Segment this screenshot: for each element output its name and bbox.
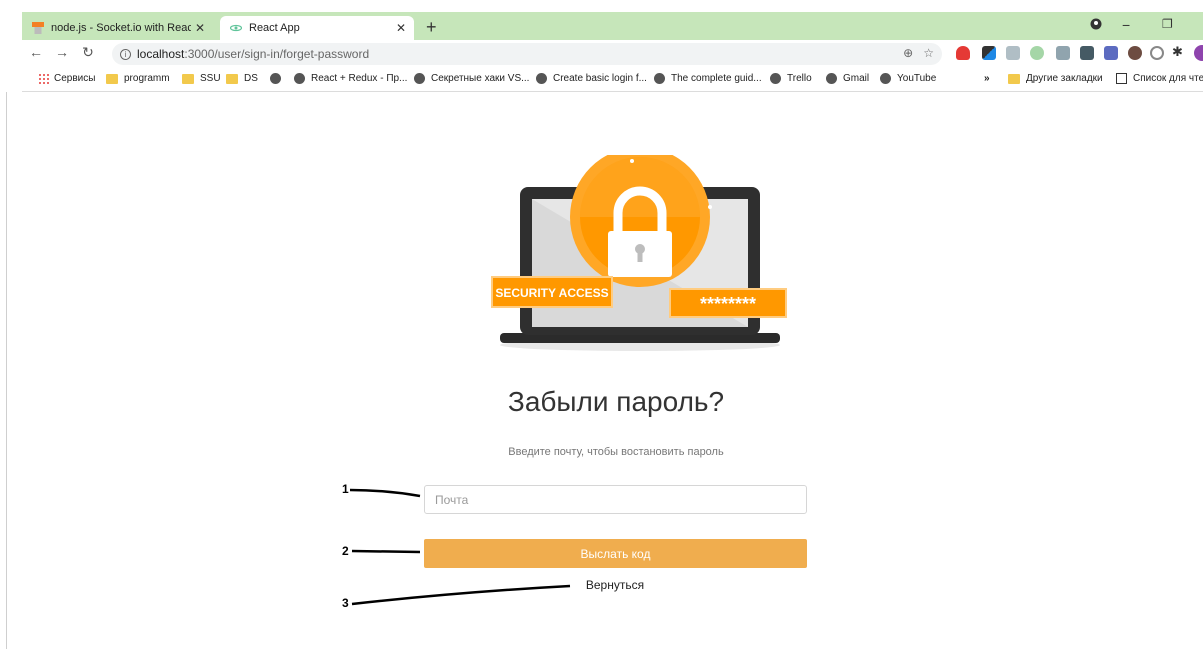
bookmark-complete-guide[interactable]: The complete guid... (654, 73, 762, 84)
page-left-border (6, 92, 7, 649)
bookmark-label: Список для чтен (1133, 73, 1203, 84)
folder-icon (106, 73, 118, 84)
react-icon (229, 22, 243, 34)
folder-icon (182, 73, 194, 84)
reload-icon[interactable]: ↻ (80, 44, 96, 61)
extension-grid-icon[interactable] (1056, 46, 1070, 60)
bookmark-gmail[interactable]: Gmail (826, 73, 869, 84)
stackoverflow-icon (32, 22, 44, 34)
annotation-label-3: 3 (342, 596, 349, 610)
bookmark-label: Create basic login f... (553, 73, 647, 84)
tab-react-app[interactable]: React App ✕ (220, 16, 414, 40)
bookmark-youtube[interactable]: YouTube (880, 73, 936, 84)
folder-icon (1008, 73, 1020, 84)
bookmark-label: Другие закладки (1026, 73, 1103, 84)
browser-tab-strip: node.js - Socket.io with React bei ✕ Rea… (22, 12, 1203, 40)
laptop-lock-image: SECURITY ACCESS ******** (491, 147, 787, 351)
bookmark-login-form[interactable]: Create basic login f... (536, 73, 647, 84)
extension-pen-icon[interactable] (982, 46, 996, 60)
close-icon[interactable]: ✕ (191, 21, 209, 35)
bookmark-label: Секретные хаки VS... (431, 73, 530, 84)
apps-icon (38, 73, 49, 84)
bookmark-label: React + Redux - Пр... (311, 73, 408, 84)
send-code-button[interactable]: Выслать код (424, 539, 807, 568)
bookmark-react-redux[interactable]: React + Redux - Пр... (294, 73, 407, 84)
bookmark-other[interactable]: Другие закладки (1008, 73, 1103, 84)
info-icon[interactable]: i (120, 48, 131, 60)
minimize-icon[interactable]: − (1122, 17, 1130, 33)
globe-icon (654, 73, 665, 84)
extension-v-icon[interactable] (1104, 46, 1118, 60)
browser-toolbar: ← → ↻ i localhost:3000/user/sign-in/forg… (22, 40, 1203, 68)
bookmark-trello[interactable]: Trello (770, 73, 812, 84)
security-badge-text: SECURITY ACCESS (495, 286, 608, 300)
globe-icon (770, 73, 781, 84)
extension-r-icon[interactable] (1080, 46, 1094, 60)
bookmark-label: YouTube (897, 73, 937, 84)
bookmark-programm[interactable]: programm (106, 73, 170, 84)
address-bar[interactable]: i localhost:3000/user/sign-in/forget-pas… (112, 43, 942, 65)
globe-icon (880, 73, 891, 84)
close-icon[interactable]: ✕ (392, 21, 410, 35)
new-tab-button[interactable]: + (426, 18, 437, 36)
bookmark-label: programm (124, 73, 170, 84)
extension-tag-icon[interactable] (1006, 46, 1020, 60)
extension-drop-icon[interactable] (1128, 46, 1142, 60)
avatar[interactable] (1194, 45, 1203, 61)
bookmark-label: SSU (200, 73, 221, 84)
bookmark-label: The complete guid... (671, 73, 762, 84)
extension-c-icon[interactable] (1150, 46, 1164, 60)
back-arrow-icon[interactable]: ← (28, 44, 44, 60)
profile-icon[interactable] (1090, 17, 1102, 33)
globe-icon (294, 73, 305, 84)
zoom-icon[interactable]: ⊕ (903, 46, 913, 60)
security-illustration: SECURITY ACCESS ******** (490, 147, 790, 355)
globe-icon (270, 73, 281, 84)
extension-shield-icon[interactable] (956, 46, 970, 60)
tab-title: node.js - Socket.io with React bei (51, 22, 191, 34)
page-title: Забыли пароль? (507, 386, 725, 417)
bookmarks-overflow-button[interactable]: » (984, 73, 990, 84)
folder-icon (226, 73, 238, 84)
bookmark-label: Сервисы (54, 73, 96, 84)
page-subtitle: Введите почту, чтобы востановить пароль (508, 446, 724, 458)
bookmark-label: DS (244, 73, 258, 84)
reading-list[interactable]: Список для чтен (1116, 73, 1203, 84)
tab-nodejs[interactable]: node.js - Socket.io with React bei ✕ (22, 16, 213, 40)
bookmark-services[interactable]: Сервисы (38, 73, 95, 84)
globe-icon (536, 73, 547, 84)
bookmark-ssu[interactable]: SSU (182, 73, 221, 84)
url-path: :3000/user/sign-in/forget-password (184, 47, 370, 61)
puzzle-icon[interactable]: ✱ (1172, 44, 1186, 59)
annotation-label-2: 2 (342, 544, 349, 558)
star-icon[interactable]: ☆ (923, 46, 934, 60)
bookmark-label: Trello (787, 73, 812, 84)
globe-icon (414, 73, 425, 84)
tab-title: React App (249, 22, 300, 34)
url-host: localhost (137, 47, 185, 61)
password-mask-text: ******** (700, 294, 756, 314)
maximize-icon[interactable]: ❐ (1162, 17, 1173, 31)
back-link[interactable]: Вернуться (560, 578, 670, 592)
annotation-label-1: 1 (342, 482, 349, 496)
extension-face-icon[interactable] (1030, 46, 1044, 60)
bookmark-globe[interactable] (270, 73, 287, 84)
globe-icon (826, 73, 837, 84)
forward-arrow-icon[interactable]: → (54, 44, 70, 60)
reading-list-icon (1116, 73, 1127, 84)
bookmarks-bar: Сервисы programm SSU DS React + Redux - … (22, 68, 1203, 92)
email-field[interactable] (424, 485, 807, 514)
bookmark-label: Gmail (843, 73, 870, 84)
bookmark-ds[interactable]: DS (226, 73, 258, 84)
bookmark-vs-hacks[interactable]: Секретные хаки VS... (414, 73, 529, 84)
